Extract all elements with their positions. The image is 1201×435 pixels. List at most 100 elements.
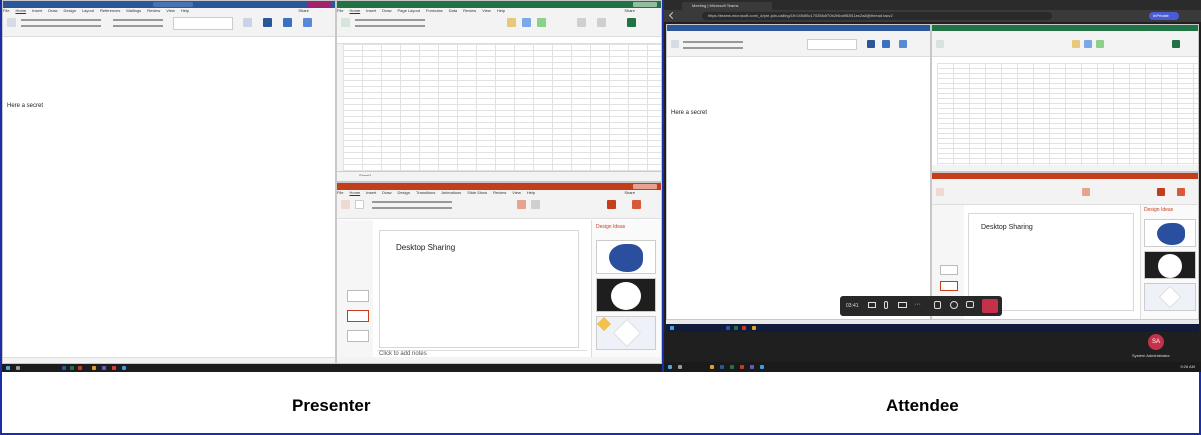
slide-title[interactable]: Desktop Sharing — [396, 243, 455, 252]
window-controls[interactable] — [633, 184, 657, 189]
menu-item[interactable]: Home — [15, 8, 26, 13]
menu-item[interactable]: Transitions — [416, 190, 435, 195]
url-field[interactable]: https://teams.microsoft.com/_#/pre-join-… — [702, 12, 1052, 20]
menu-item[interactable]: Review — [493, 190, 506, 195]
new-slide-icon[interactable] — [355, 200, 364, 209]
design-idea-card[interactable] — [596, 240, 656, 274]
menu-item[interactable]: Slide Show — [467, 190, 487, 195]
share-button[interactable]: Share — [298, 8, 309, 13]
excel-window: File Home Insert Draw Page Layout Formulas Dat… — [336, 0, 662, 182]
menu-item[interactable]: Design — [63, 8, 75, 13]
reuse-files-icon[interactable] — [303, 18, 312, 27]
menu-item[interactable]: Insert — [366, 8, 376, 13]
slide-thumbnail[interactable] — [347, 330, 369, 342]
menu-item[interactable]: Design — [397, 190, 409, 195]
menu-item[interactable]: Animations — [441, 190, 461, 195]
camera-icon[interactable] — [868, 302, 876, 308]
menu-item[interactable]: Help — [497, 8, 505, 13]
menu-item[interactable]: References — [100, 8, 120, 13]
menu-item[interactable]: Mailings — [126, 8, 141, 13]
styles-gallery[interactable] — [173, 17, 233, 30]
ppt-statusbar — [337, 357, 661, 363]
window-controls[interactable] — [633, 2, 657, 7]
find-select-icon[interactable] — [597, 18, 606, 27]
presenter-taskbar — [2, 364, 662, 372]
mic-off-icon[interactable] — [884, 301, 888, 309]
excel-grid[interactable] — [343, 44, 661, 171]
cell-styles-icon[interactable] — [537, 18, 546, 27]
search-icon[interactable] — [678, 365, 682, 369]
menu-item[interactable]: View — [482, 8, 491, 13]
paste-icon[interactable] — [341, 200, 350, 209]
shapes-icon[interactable] — [517, 200, 526, 209]
menu-item[interactable]: Insert — [32, 8, 42, 13]
menu-item[interactable]: Layout — [82, 8, 94, 13]
powerpoint-ribbon — [337, 197, 661, 219]
menu-item[interactable]: Help — [181, 8, 189, 13]
sort-filter-icon[interactable] — [577, 18, 586, 27]
paste-icon[interactable] — [7, 18, 16, 27]
design-idea-card[interactable] — [596, 278, 656, 312]
browser-tab[interactable]: Meeting | Microsoft Teams — [682, 2, 772, 10]
slide-thumbnail[interactable] — [347, 310, 369, 322]
arrange-icon[interactable] — [531, 200, 540, 209]
paste-icon[interactable] — [341, 18, 350, 27]
powerpoint-titlebar — [337, 183, 661, 190]
slide-thumbnail[interactable] — [347, 290, 369, 302]
shared-excel-window — [931, 24, 1199, 172]
search-icon[interactable] — [16, 366, 20, 370]
window-controls[interactable] — [307, 2, 331, 7]
analyze-data-icon[interactable] — [627, 18, 636, 27]
menu-item[interactable]: Draw — [48, 8, 57, 13]
row-headers — [337, 44, 343, 171]
dictate-icon[interactable] — [607, 200, 616, 209]
menu-item[interactable]: Review — [463, 8, 476, 13]
reactions-icon[interactable] — [950, 301, 958, 309]
word-document-page[interactable]: Here a secret — [3, 38, 335, 356]
more-icon[interactable]: ··· — [914, 301, 921, 308]
profile-label: InPrivate — [1153, 13, 1169, 18]
windows-start-icon[interactable] — [668, 365, 672, 369]
participant-avatar[interactable]: SA — [1148, 334, 1164, 350]
word-icon[interactable] — [62, 366, 66, 370]
format-table-icon[interactable] — [522, 18, 531, 27]
menu-item[interactable]: Page Layout — [397, 8, 419, 13]
windows-start-icon[interactable] — [6, 366, 10, 370]
menu-item[interactable]: Insert — [366, 190, 376, 195]
conditional-format-icon[interactable] — [507, 18, 516, 27]
share-button[interactable]: Share — [624, 190, 635, 195]
share-screen-icon[interactable] — [898, 302, 907, 308]
dictate-icon[interactable] — [263, 18, 272, 27]
find-icon[interactable] — [243, 18, 252, 27]
menu-item[interactable]: Formulas — [426, 8, 443, 13]
powerpoint-icon[interactable] — [78, 366, 82, 370]
share-button[interactable]: Share — [624, 8, 635, 13]
inprivate-badge[interactable]: InPrivate — [1149, 12, 1179, 20]
chat-icon[interactable] — [966, 301, 974, 308]
menu-item[interactable]: File — [337, 190, 343, 195]
menu-item[interactable]: Help — [527, 190, 535, 195]
menu-item[interactable]: Home — [349, 8, 360, 13]
hangup-icon[interactable] — [982, 299, 998, 313]
menu-item[interactable]: Draw — [382, 8, 391, 13]
design-ideas-icon[interactable] — [632, 200, 641, 209]
menu-item[interactable]: File — [3, 8, 9, 13]
browser-tabstrip: Meeting | Microsoft Teams — [664, 0, 1201, 10]
design-idea-card[interactable] — [596, 316, 656, 350]
menu-item[interactable]: Review — [147, 8, 160, 13]
hand-icon[interactable] — [934, 301, 941, 309]
editor-icon[interactable] — [283, 18, 292, 27]
excel-icon[interactable] — [70, 366, 74, 370]
meeting-control-bar: 03:41 ··· — [840, 296, 1002, 316]
browser-addressbar: https://teams.microsoft.com/_#/pre-join-… — [664, 10, 1201, 22]
menu-item[interactable]: Draw — [382, 190, 391, 195]
back-icon[interactable] — [668, 11, 677, 20]
word-account-pill — [153, 2, 193, 7]
slide-canvas[interactable]: Desktop Sharing — [379, 230, 579, 348]
menu-item[interactable]: View — [166, 8, 175, 13]
presenter-caption: Presenter — [292, 396, 371, 415]
menu-item[interactable]: File — [337, 8, 343, 13]
menu-item[interactable]: Data — [449, 8, 457, 13]
menu-item[interactable]: View — [512, 190, 521, 195]
menu-item[interactable]: Home — [349, 190, 360, 195]
